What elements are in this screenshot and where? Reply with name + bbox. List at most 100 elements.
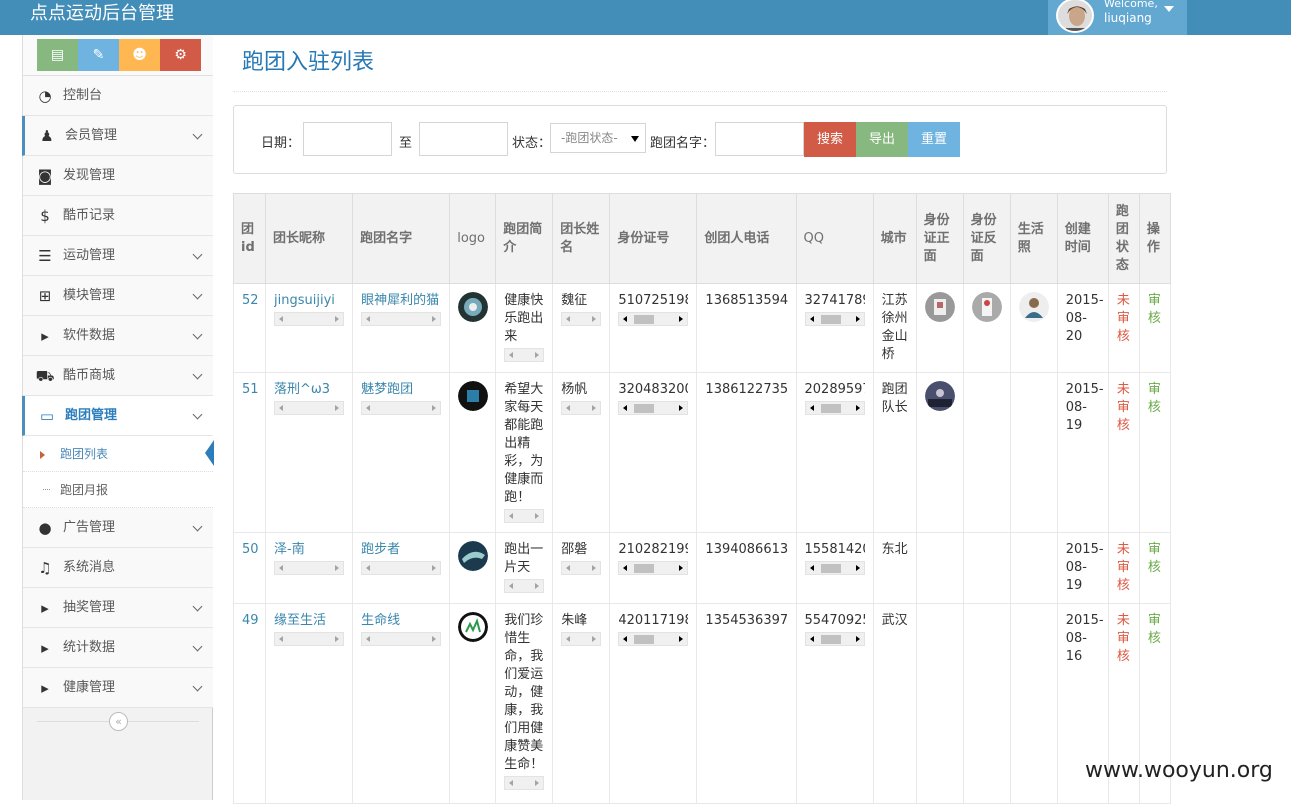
id-back-photo[interactable]: [971, 292, 1002, 322]
review-link[interactable]: 审核: [1148, 292, 1162, 328]
cell-scrollbar[interactable]: [618, 561, 689, 575]
reset-button[interactable]: 重置: [908, 122, 960, 157]
col-header[interactable]: 团长姓名: [552, 193, 611, 284]
cell-scrollbar[interactable]: [361, 312, 442, 326]
col-header[interactable]: 跑团名字: [352, 193, 451, 284]
pencil-icon[interactable]: ✎: [78, 39, 119, 71]
col-header[interactable]: 创团人电话: [696, 193, 797, 284]
col-header[interactable]: 创建时间: [1056, 193, 1109, 284]
cell-scrollbar[interactable]: [804, 632, 865, 646]
team-logo-image[interactable]: [458, 381, 489, 411]
life-photo[interactable]: [1018, 292, 1049, 322]
col-header[interactable]: 团长昵称: [265, 193, 354, 284]
cogs-icon[interactable]: ⚙: [160, 39, 201, 71]
cell-scrollbar[interactable]: [361, 632, 442, 646]
team-id[interactable]: 50: [242, 542, 259, 557]
date-start-input[interactable]: [303, 122, 392, 156]
review-link[interactable]: 审核: [1148, 541, 1162, 577]
cell-scrollbar[interactable]: [561, 401, 602, 415]
leader-nickname[interactable]: 泽-南: [274, 541, 344, 559]
team-name[interactable]: 眼神犀利的猫: [361, 292, 441, 310]
double-angle-left-icon[interactable]: «: [109, 712, 128, 731]
col-header[interactable]: 身份证反面: [962, 193, 1011, 284]
col-header[interactable]: 城市: [872, 193, 917, 284]
cell-scrollbar[interactable]: [274, 632, 345, 646]
sidebar-item-coins[interactable]: $ 酷币记录: [23, 196, 213, 236]
sidebar-item-members[interactable]: ♟ 会员管理: [22, 116, 213, 156]
col-header[interactable]: 身份证号: [609, 193, 698, 284]
date-end-input[interactable]: [419, 122, 508, 156]
cell-scrollbar[interactable]: [804, 561, 865, 575]
cell-scrollbar[interactable]: [504, 348, 545, 362]
cell-scrollbar[interactable]: [274, 312, 345, 326]
col-header[interactable]: 操作: [1138, 193, 1172, 284]
team-name[interactable]: 生命线: [361, 612, 441, 630]
user-menu[interactable]: Welcome, liuqiang: [1048, 0, 1187, 35]
cell-scrollbar[interactable]: [561, 561, 602, 575]
team-id[interactable]: 49: [242, 613, 259, 628]
cell-leader: 杨帆: [552, 372, 611, 533]
col-header[interactable]: 团id: [232, 193, 267, 284]
cell-scrollbar[interactable]: [618, 312, 689, 326]
sidebar-item-discover[interactable]: ◙ 发现管理: [23, 156, 213, 196]
cell-scrollbar[interactable]: [504, 579, 545, 593]
review-link[interactable]: 审核: [1148, 381, 1162, 417]
col-header[interactable]: logo: [449, 193, 497, 284]
id-front-photo[interactable]: [924, 292, 955, 322]
sidebar-item-mall[interactable]: ⛟ 酷币商城: [23, 356, 213, 396]
cell-scrollbar[interactable]: [804, 312, 865, 326]
sidebar-item-dashboard[interactable]: ◔ 控制台: [23, 76, 213, 116]
search-button[interactable]: 搜索: [804, 122, 856, 157]
user-avatar[interactable]: [1056, 0, 1094, 33]
sidebar-item-team[interactable]: ▭ 跑团管理: [22, 396, 213, 436]
leader-nickname[interactable]: 落刑^ω3: [274, 381, 344, 399]
team-name-input[interactable]: [715, 122, 804, 156]
cell-scrollbar[interactable]: [804, 401, 865, 415]
sidebar-item-ads[interactable]: ● 广告管理: [23, 508, 213, 548]
col-header[interactable]: 身份证正面: [915, 193, 964, 284]
sidebar-item-module[interactable]: ⊞ 模块管理: [23, 276, 213, 316]
leader-nickname[interactable]: 缘至生活: [274, 612, 344, 630]
col-header[interactable]: QQ: [795, 193, 874, 284]
export-button[interactable]: 导出: [856, 122, 908, 157]
users-icon[interactable]: ☻: [119, 39, 160, 71]
cell-scrollbar[interactable]: [561, 632, 602, 646]
team-name[interactable]: 跑步者: [361, 541, 441, 559]
team-logo-image[interactable]: [458, 541, 489, 571]
cell-scrollbar[interactable]: [504, 509, 545, 523]
bell-icon: ♫: [38, 559, 52, 577]
cell-scrollbar[interactable]: [274, 561, 345, 575]
sidebar-item-sport[interactable]: ☰ 运动管理: [23, 236, 213, 276]
app-title[interactable]: 点点运动后台管理: [30, 2, 174, 26]
signal-icon[interactable]: ▤: [37, 39, 78, 71]
cell-scrollbar[interactable]: [274, 401, 345, 415]
cell-scrollbar[interactable]: [361, 401, 442, 415]
sidebar-item-health[interactable]: ▸ 健康管理: [23, 668, 213, 708]
col-header[interactable]: 生活照: [1009, 193, 1058, 284]
caret-down-icon[interactable]: [1164, 6, 1174, 12]
sidebar-item-stats[interactable]: ▸ 统计数据: [23, 628, 213, 668]
sidebar-subitem-team-list[interactable]: 跑团列表: [23, 436, 214, 472]
sidebar-item-messages[interactable]: ♫ 系统消息: [23, 548, 213, 588]
cell-scrollbar[interactable]: [504, 776, 545, 790]
status-select[interactable]: -跑团状态-: [550, 123, 646, 153]
col-header[interactable]: 跑团状态: [1107, 193, 1140, 284]
team-id[interactable]: 51: [242, 382, 259, 397]
cell-scrollbar[interactable]: [618, 632, 689, 646]
team-name[interactable]: 魅梦跑团: [361, 381, 441, 399]
team-id[interactable]: 52: [242, 293, 259, 308]
col-header[interactable]: 跑团简介: [495, 193, 554, 284]
id-front-photo[interactable]: [924, 381, 955, 411]
cell-created: 2015-08-19: [1056, 372, 1109, 533]
cell-scrollbar[interactable]: [361, 561, 442, 575]
cell-scrollbar[interactable]: [618, 401, 689, 415]
team-logo-image[interactable]: [458, 292, 489, 322]
team-logo-image[interactable]: [458, 612, 489, 642]
sidebar-subitem-team-monthly[interactable]: 跑团月报: [23, 472, 213, 508]
page-title: 跑团入驻列表: [242, 50, 375, 75]
cell-scrollbar[interactable]: [561, 312, 602, 326]
leader-nickname[interactable]: jingsuijiyi: [274, 292, 344, 310]
sidebar-item-software[interactable]: ▸ 软件数据: [23, 316, 213, 356]
review-link[interactable]: 审核: [1148, 612, 1162, 648]
sidebar-item-lottery[interactable]: ▸ 抽奖管理: [23, 588, 213, 628]
